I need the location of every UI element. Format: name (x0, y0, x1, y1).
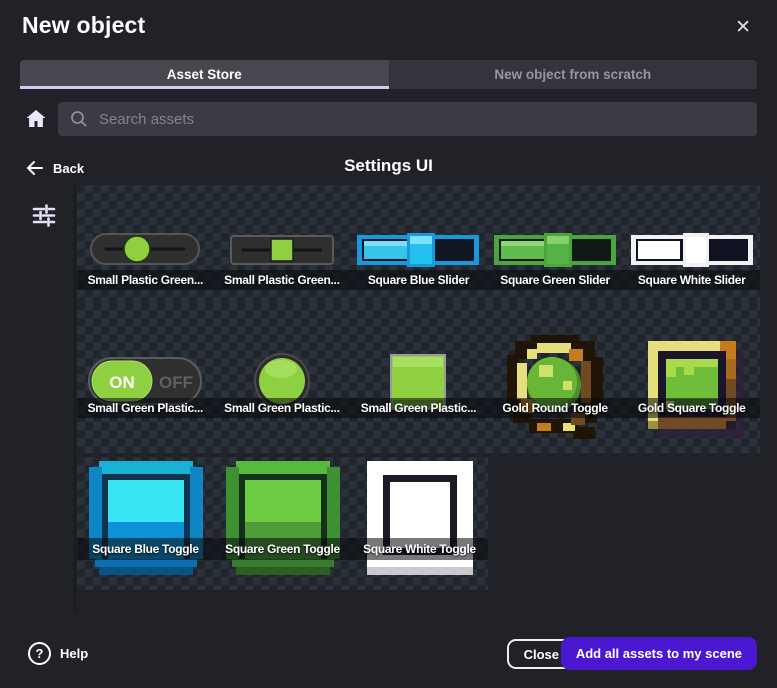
asset-label: Small Green Plastic... (224, 401, 339, 415)
asset-label: Small Green Plastic... (361, 401, 476, 415)
tune-sliders-icon (30, 201, 60, 229)
asset-card-gold-square-toggle[interactable]: Gold Square Toggle (623, 302, 760, 453)
asset-label: Gold Round Toggle (502, 401, 607, 415)
green-slider-preview (494, 233, 616, 267)
panel-divider (74, 185, 76, 612)
add-all-assets-button[interactable]: Add all assets to my scene (561, 637, 757, 670)
asset-card-small-plastic-green-square-slider[interactable]: Small Plastic Green... (214, 185, 351, 302)
asset-card-small-green-plastic-on-off[interactable]: ON OFF Small Green Plastic... (77, 302, 214, 453)
back-button[interactable]: Back (26, 155, 84, 181)
asset-label: Square White Slider (638, 273, 746, 287)
magnifier-icon (70, 110, 88, 128)
back-arrow-icon (26, 160, 44, 176)
asset-card-square-white-toggle[interactable]: Square White Toggle (351, 457, 488, 590)
tab-bar: Asset Store New object from scratch (20, 60, 757, 89)
svg-text:OFF: OFF (159, 373, 193, 392)
asset-card-small-green-plastic-square[interactable]: Small Green Plastic... (350, 302, 487, 453)
asset-card-square-blue-slider[interactable]: Square Blue Slider (350, 185, 487, 302)
close-icon[interactable]: ✕ (733, 16, 753, 39)
section-title: Settings UI (0, 156, 777, 176)
round-slider-preview (90, 233, 200, 265)
home-icon (24, 107, 52, 131)
search-bar (58, 102, 757, 136)
asset-label: Square Green Slider (500, 273, 610, 287)
asset-card-gold-round-toggle[interactable]: Gold Round Toggle (487, 302, 624, 453)
back-label: Back (53, 161, 84, 176)
asset-card-square-green-toggle[interactable]: Square Green Toggle (214, 457, 351, 590)
dialog-title: New object (22, 12, 145, 39)
asset-row-square-toggles: Square Blue Toggle Square Green Toggle S… (77, 457, 488, 590)
asset-row-toggles: ON OFF Small Green Plastic... Small Gree… (77, 302, 760, 453)
tab-from-scratch-label: New object from scratch (494, 67, 651, 82)
square-knob-slider-preview (230, 235, 334, 265)
tab-new-object-from-scratch[interactable]: New object from scratch (389, 60, 758, 89)
asset-card-small-plastic-green-round-slider[interactable]: Small Plastic Green... (77, 185, 214, 302)
asset-card-square-green-slider[interactable]: Square Green Slider (487, 185, 624, 302)
filter-button[interactable] (30, 200, 60, 230)
home-button[interactable] (24, 104, 52, 134)
asset-label: Square Green Toggle (225, 542, 340, 556)
asset-label: Small Plastic Green... (224, 273, 339, 287)
help-icon: ? (28, 642, 51, 665)
asset-row-sliders-plastic: Small Plastic Green... Small Plastic Gre… (77, 185, 760, 302)
asset-label: Small Plastic Green... (88, 273, 203, 287)
tab-asset-store[interactable]: Asset Store (20, 60, 389, 89)
asset-label: Gold Square Toggle (638, 401, 746, 415)
asset-card-small-green-plastic-circle[interactable]: Small Green Plastic... (214, 302, 351, 453)
blue-slider-preview (357, 233, 479, 267)
svg-text:ON: ON (110, 373, 136, 392)
search-input[interactable] (97, 110, 745, 129)
help-label: Help (60, 646, 88, 661)
white-slider-preview (631, 233, 753, 267)
gold-square-toggle-preview (640, 333, 744, 439)
tab-asset-store-label: Asset Store (167, 67, 242, 82)
asset-label: Small Green Plastic... (88, 401, 203, 415)
help-button[interactable]: ? Help (28, 642, 88, 665)
asset-label: Square White Toggle (363, 542, 476, 556)
active-tab-underline (20, 86, 389, 89)
asset-label: Square Blue Toggle (92, 542, 198, 556)
gold-round-toggle-preview (507, 335, 603, 439)
asset-card-square-white-slider[interactable]: Square White Slider (623, 185, 760, 302)
asset-card-square-blue-toggle[interactable]: Square Blue Toggle (77, 457, 214, 590)
asset-label: Square Blue Slider (368, 273, 469, 287)
